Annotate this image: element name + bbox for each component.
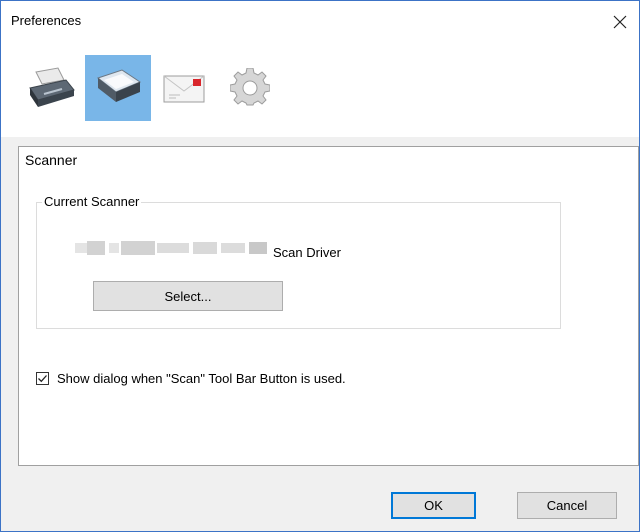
toolbar-scanner-button[interactable] <box>85 55 151 121</box>
select-scanner-button[interactable]: Select... <box>93 281 283 311</box>
preferences-dialog: Preferences Scanner Current Scanner Scan… <box>0 0 640 532</box>
toolbar-settings-button[interactable] <box>217 55 283 121</box>
close-icon <box>613 15 627 29</box>
panel-title: Scanner <box>25 152 78 168</box>
toolbar-email-button[interactable] <box>151 55 217 121</box>
show-dialog-option[interactable]: Show dialog when "Scan" Tool Bar Button … <box>36 371 346 386</box>
printer-icon <box>29 67 75 107</box>
cancel-button[interactable]: Cancel <box>517 492 617 519</box>
window-title: Preferences <box>11 13 82 28</box>
show-dialog-label: Show dialog when "Scan" Tool Bar Button … <box>57 371 346 386</box>
checkmark-icon <box>38 375 47 383</box>
toolbar-printer-button[interactable] <box>19 55 85 121</box>
close-button[interactable] <box>601 1 639 43</box>
title-bar: Preferences <box>1 1 639 43</box>
envelope-icon <box>163 75 205 103</box>
current-scanner-group: Current Scanner Scan Driver Select... <box>36 194 561 329</box>
gear-icon <box>230 68 270 106</box>
group-legend: Current Scanner <box>42 194 142 209</box>
scanner-panel: Scanner Current Scanner Scan Driver Sele… <box>18 146 639 466</box>
show-dialog-checkbox[interactable] <box>36 372 49 385</box>
scanner-icon <box>96 69 142 102</box>
ok-button[interactable]: OK <box>391 492 476 519</box>
scan-driver-label: Scan Driver <box>273 245 341 260</box>
toolbar <box>1 43 639 137</box>
